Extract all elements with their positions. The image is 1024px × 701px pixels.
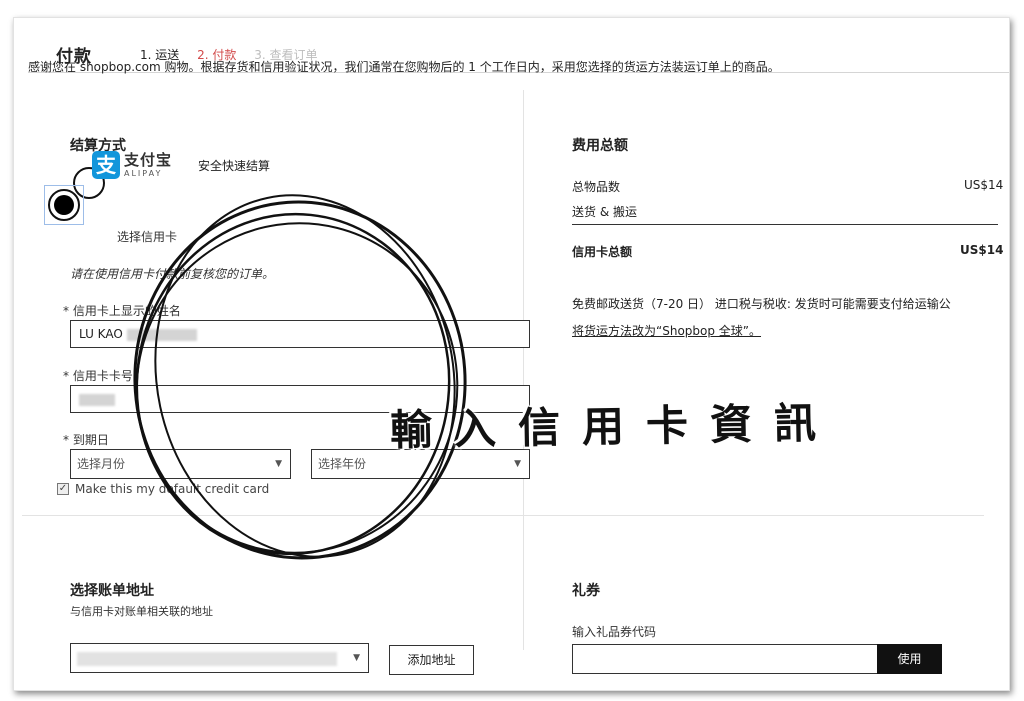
annotation-caption: 輸入信用卡資訊 bbox=[389, 398, 839, 455]
alipay-logo-subtext: ALIPAY bbox=[124, 168, 163, 178]
redacted-name-block bbox=[126, 328, 197, 341]
change-shipping-link[interactable]: 将货运方法改为“Shopbop 全球”。 bbox=[572, 322, 761, 339]
cardholder-name-label: * 信用卡上显示的姓名 bbox=[63, 304, 181, 318]
redacted-address-block bbox=[77, 651, 337, 666]
card-total-value: US$14 bbox=[960, 243, 1004, 257]
card-number-label: * 信用卡卡号 bbox=[63, 369, 133, 383]
items-total-value: US$14 bbox=[964, 178, 1004, 192]
column-divider bbox=[523, 90, 524, 650]
checkout-page: 付款 1. 运送 2. 付款 3. 查看订单 bbox=[28, 32, 1009, 690]
shipping-note: 免费邮政送货（7-20 日） 进口税与税收: 发货时可能需要支付给运输公 bbox=[572, 297, 951, 311]
billing-subtitle: 与信用卡对账单相关联的地址 bbox=[70, 605, 213, 618]
alipay-logo: 支 支付宝 ALIPAY bbox=[92, 151, 172, 179]
credit-card-option-label: 选择信用卡 bbox=[117, 230, 178, 244]
section-divider-right bbox=[524, 515, 984, 516]
cardholder-name-input[interactable]: LU KAO bbox=[70, 320, 530, 348]
section-divider-left bbox=[22, 515, 523, 516]
default-card-label: Make this my default credit card bbox=[75, 482, 270, 496]
credit-card-radio[interactable] bbox=[48, 189, 80, 221]
coupon-code-input[interactable] bbox=[572, 644, 878, 674]
default-card-option[interactable]: ✓ Make this my default credit card bbox=[57, 482, 269, 496]
expiry-month-select[interactable]: 选择月份 ▼ bbox=[70, 449, 291, 479]
summary-title: 费用总额 bbox=[572, 138, 628, 154]
coupon-label: 输入礼品券代码 bbox=[572, 625, 657, 639]
card-total-label: 信用卡总额 bbox=[572, 245, 633, 259]
alipay-icon: 支 bbox=[92, 151, 120, 179]
summary-rule bbox=[572, 224, 998, 225]
apply-coupon-button[interactable]: 使用 bbox=[877, 644, 942, 674]
alipay-description: 安全快速结算 bbox=[198, 159, 271, 173]
shipping-label: 送货 & 搬运 bbox=[572, 205, 637, 219]
expiry-label: * 到期日 bbox=[63, 433, 109, 447]
add-address-button[interactable]: 添加地址 bbox=[389, 645, 474, 675]
alipay-logo-text: 支付宝 bbox=[124, 150, 173, 169]
review-order-hint: 请在使用信用卡付款前复核您的订单。 bbox=[70, 267, 275, 281]
coupon-title: 礼券 bbox=[572, 583, 600, 599]
chevron-down-icon: ▼ bbox=[353, 653, 360, 663]
expiry-month-placeholder: 选择月份 bbox=[77, 457, 126, 471]
screenshot-frame: 付款 1. 运送 2. 付款 3. 查看订单 bbox=[13, 17, 1010, 691]
expiry-year-placeholder: 选择年份 bbox=[318, 457, 367, 471]
redacted-number-block bbox=[79, 393, 115, 406]
billing-title: 选择账单地址 bbox=[70, 583, 154, 599]
cardholder-name-value: LU KAO bbox=[79, 327, 123, 341]
intro-text: 感谢您在 shopbop.com 购物。根据存货和信用验证状况，我们通常在您购物… bbox=[28, 60, 780, 74]
chevron-down-icon: ▼ bbox=[275, 459, 282, 469]
default-card-checkbox[interactable]: ✓ bbox=[57, 483, 69, 495]
items-total-label: 总物品数 bbox=[572, 180, 621, 194]
billing-address-select[interactable]: ▼ bbox=[70, 643, 369, 673]
